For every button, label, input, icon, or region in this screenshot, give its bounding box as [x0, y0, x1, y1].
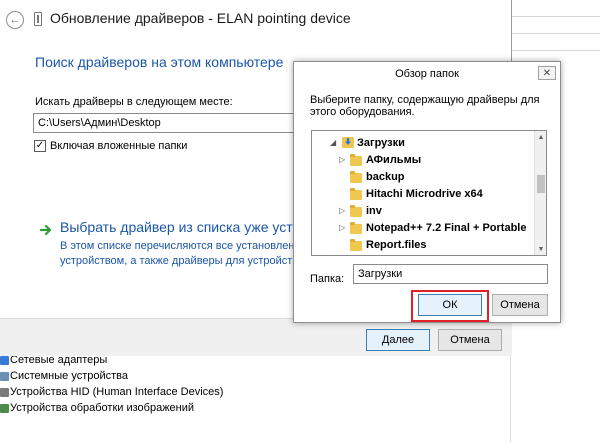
wizard-title: Обновление драйверов - ELAN pointing dev… [50, 10, 351, 26]
device-category-label: Устройства обработки изображений [10, 402, 195, 414]
back-arrow-icon[interactable]: ← [6, 11, 24, 29]
folder-icon [350, 188, 362, 200]
scroll-thumb[interactable] [537, 175, 545, 193]
browse-folder-dialog: Обзор папок ✕ Выберите папку, содержащую… [293, 61, 561, 323]
next-button[interactable]: Далее [366, 329, 430, 351]
dialog-title: Обзор папок [395, 68, 459, 80]
expand-arrow-icon[interactable]: ▷ [339, 155, 345, 164]
pick-from-list-description: устройством, а также драйверы для устрой… [60, 255, 300, 267]
tree-item-folder[interactable]: backup [312, 168, 534, 185]
tree-item-folder[interactable]: Hitachi Microdrive x64 [312, 185, 534, 202]
divider [511, 16, 600, 17]
divider [511, 50, 600, 51]
divider [511, 33, 600, 34]
scroll-down-icon[interactable]: ▼ [535, 243, 546, 255]
tree-item-folder[interactable]: Report.files [312, 236, 534, 253]
device-icon [34, 12, 42, 26]
pick-from-list-description: В этом списке перечисляются все установл… [60, 240, 300, 252]
expand-arrow-icon[interactable]: ▷ [339, 223, 345, 232]
folder-name-input[interactable] [353, 264, 548, 284]
tree-item-label: Hitachi Microdrive x64 [366, 187, 483, 200]
device-category-system[interactable]: Системные устройства [0, 368, 128, 384]
include-subfolders-checkbox[interactable]: ✓ [34, 140, 46, 152]
tree-item-label: Загрузки [357, 136, 405, 149]
imaging-device-icon [0, 403, 9, 413]
folder-icon [350, 154, 362, 166]
wizard-titlebar: ← Обновление драйверов - ELAN pointing d… [0, 0, 512, 36]
downloads-folder-icon [342, 137, 354, 148]
tree-item-label: backup [366, 170, 405, 183]
dialog-description: Выберите папку, содержащую драйверы для … [310, 94, 540, 118]
tree-item-label: Notepad++ 7.2 Final + Portable [366, 221, 527, 234]
folder-icon [350, 171, 362, 183]
dialog-cancel-button[interactable]: Отмена [492, 294, 548, 316]
tree-item-downloads[interactable]: ◢ Загрузки [312, 134, 534, 151]
search-location-label: Искать драйверы в следующем месте: [35, 96, 233, 108]
include-subfolders-label: Включая вложенные папки [50, 140, 188, 152]
tree-item-label: АФильмы [366, 153, 422, 166]
scroll-up-icon[interactable]: ▲ [535, 131, 546, 143]
ok-button[interactable]: ОК [418, 294, 482, 316]
tree-scrollbar[interactable]: ▲ ▼ [534, 131, 546, 255]
green-arrow-icon [40, 224, 52, 236]
hid-device-icon [0, 387, 9, 397]
include-subfolders-row[interactable]: ✓ Включая вложенные папки [34, 140, 187, 152]
device-category-hid[interactable]: Устройства HID (Human Interface Devices) [0, 384, 223, 400]
pick-from-list-link[interactable]: Выбрать драйвер из списка уже установ [60, 219, 300, 235]
close-icon[interactable]: ✕ [538, 66, 556, 80]
wizard-footer: Далее Отмена [0, 318, 512, 356]
system-device-icon [0, 371, 9, 381]
tree-item-folder[interactable]: ▷ АФильмы [312, 151, 534, 168]
tree-item-folder[interactable]: ▷ inv [312, 202, 534, 219]
dialog-titlebar: Обзор папок ✕ [294, 62, 560, 86]
expand-arrow-icon[interactable]: ▷ [339, 206, 345, 215]
tree-item-label: inv [366, 204, 382, 217]
device-category-label: Системные устройства [10, 370, 129, 382]
folder-tree[interactable]: ◢ Загрузки ▷ АФильмы backup Hitachi Micr… [311, 130, 547, 256]
expanded-arrow-icon[interactable]: ◢ [330, 138, 336, 147]
folder-label: Папка: [310, 273, 345, 285]
page-heading: Поиск драйверов на этом компьютере [35, 54, 284, 70]
folder-icon [350, 205, 362, 217]
search-path-input[interactable] [33, 113, 333, 133]
device-category-imaging[interactable]: Устройства обработки изображений [0, 400, 194, 416]
folder-icon [350, 239, 362, 251]
cancel-button[interactable]: Отмена [438, 329, 502, 351]
network-adapter-icon [0, 355, 9, 365]
device-category-label: Устройства HID (Human Interface Devices) [10, 386, 224, 398]
tree-item-label: Report.files [366, 238, 427, 251]
tree-item-folder[interactable]: ▷ Notepad++ 7.2 Final + Portable [312, 219, 534, 236]
folder-icon [350, 222, 362, 234]
